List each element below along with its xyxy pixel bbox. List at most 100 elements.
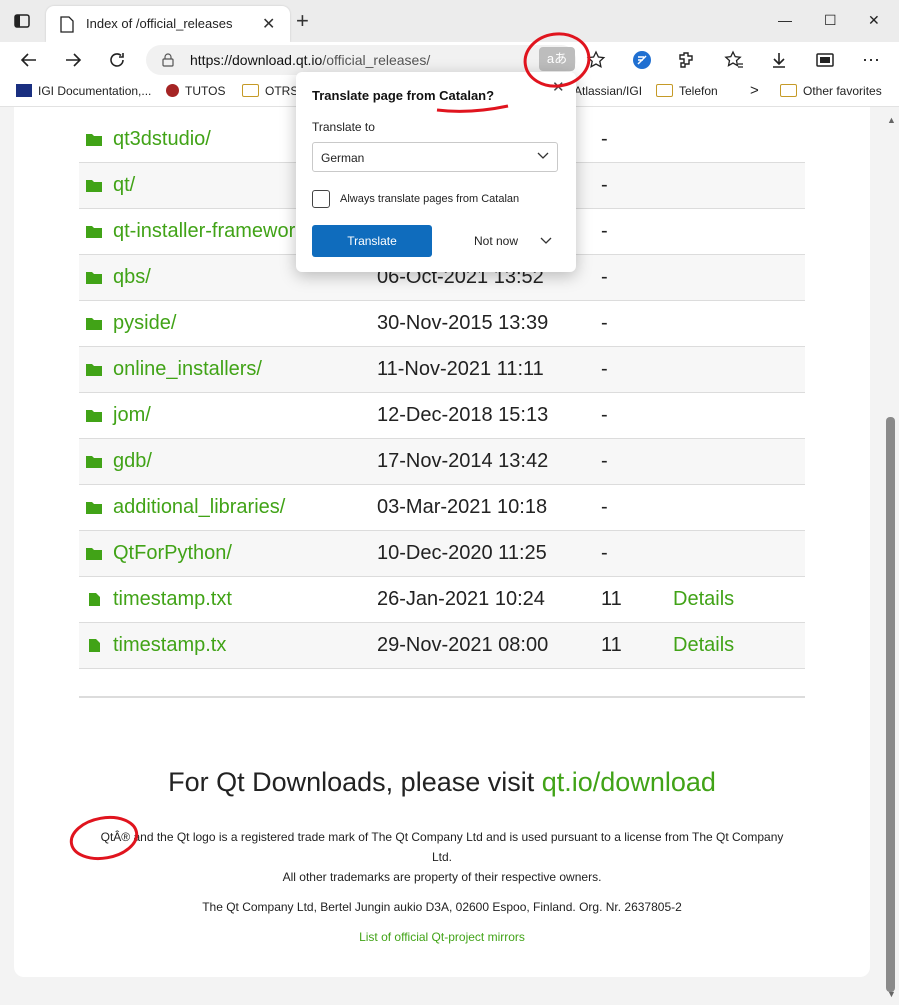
file-size: - — [601, 450, 608, 472]
file-name-link[interactable]: additional_libraries/ — [113, 496, 285, 519]
folder-icon — [780, 84, 797, 97]
details-link[interactable]: Details — [673, 634, 734, 657]
folder-icon — [86, 456, 102, 468]
modified-date: 29-Nov-2021 08:00 — [377, 634, 549, 656]
modified-date: 30-Nov-2015 13:39 — [377, 312, 549, 334]
scrollbar-thumb[interactable] — [886, 417, 895, 992]
igi-site-icon — [16, 84, 32, 97]
file-icon — [89, 639, 100, 652]
address-url[interactable]: https://download.qt.io/official_releases… — [190, 52, 430, 68]
popup-close-icon[interactable]: ✕ — [552, 78, 565, 96]
not-now-button[interactable]: Not now — [474, 234, 518, 248]
forward-icon[interactable] — [63, 50, 83, 70]
file-name-link[interactable]: online_installers/ — [113, 358, 262, 381]
folder-icon — [242, 84, 259, 97]
file-size: - — [601, 174, 608, 196]
favorite-otrs[interactable]: OTRS — [242, 84, 298, 98]
file-name-link[interactable]: jom/ — [113, 404, 151, 427]
file-name-link[interactable]: pyside/ — [113, 312, 176, 335]
scroll-down-icon[interactable]: ▼ — [887, 989, 896, 999]
table-row: QtForPython/10-Dec-2020 11:25 - — [79, 531, 805, 577]
tab-active[interactable]: Index of /official_releases ✕ — [46, 6, 290, 42]
more-menu-icon[interactable]: ⋯ — [862, 50, 880, 71]
close-tab-icon[interactable]: ✕ — [262, 14, 275, 34]
always-translate-label: Always translate pages from Catalan — [340, 193, 520, 205]
folder-icon — [86, 364, 102, 376]
file-size: - — [601, 496, 608, 518]
table-row: online_installers/11-Nov-2021 11:11 - — [79, 347, 805, 393]
folder-icon — [86, 548, 102, 560]
translate-to-label: Translate to — [312, 120, 375, 134]
file-size: - — [601, 220, 608, 242]
tab-actions-icon[interactable] — [14, 13, 30, 29]
tab-title: Index of /official_releases — [86, 16, 233, 31]
mirrors-link[interactable]: List of official Qt-project mirrors — [14, 927, 870, 947]
target-language-value: German — [321, 151, 365, 165]
folder-icon — [86, 226, 102, 238]
not-now-chevron-icon[interactable] — [540, 234, 552, 246]
add-favorite-icon[interactable] — [586, 50, 606, 70]
file-name-link[interactable]: qbs/ — [113, 266, 151, 289]
footer-divider — [79, 696, 805, 698]
maximize-icon[interactable]: ☐ — [824, 12, 837, 29]
favorite-other-favorites[interactable]: Other favorites — [780, 84, 882, 98]
trademark-line-2: Ltd. — [431, 850, 452, 864]
details-link[interactable]: Details — [673, 588, 734, 611]
window-close-icon[interactable]: ✕ — [868, 12, 880, 29]
file-size: - — [601, 404, 608, 426]
qt-download-link[interactable]: qt.io/download — [542, 767, 716, 797]
minimize-icon[interactable]: — — [778, 12, 792, 28]
file-icon — [89, 593, 100, 606]
extension-pen-icon[interactable] — [632, 50, 652, 70]
file-size: 11 — [601, 634, 622, 656]
new-tab-icon[interactable]: + — [296, 10, 309, 32]
favorite-tutos[interactable]: TUTOS — [166, 84, 225, 98]
scroll-up-icon[interactable]: ▲ — [887, 115, 896, 125]
back-icon[interactable] — [19, 50, 39, 70]
translate-icon[interactable]: aあ — [539, 47, 575, 71]
chevron-down-icon — [537, 152, 549, 159]
folder-icon — [86, 410, 102, 422]
tutos-site-icon — [166, 84, 179, 97]
favorite-telefon[interactable]: Telefon — [656, 84, 718, 98]
file-size: - — [601, 128, 608, 150]
trademark-line-3: All other trademarks are property of the… — [282, 870, 602, 884]
file-name-link[interactable]: timestamp.tx — [113, 634, 226, 657]
collections-icon[interactable] — [815, 50, 835, 70]
favorite-atlassian-igi[interactable]: Atlassian/IGI — [574, 84, 642, 98]
extensions-icon[interactable] — [676, 50, 696, 70]
file-size: - — [601, 358, 608, 380]
lock-icon[interactable] — [162, 53, 174, 67]
always-translate-checkbox[interactable] — [312, 190, 330, 208]
file-name-link[interactable]: QtForPython/ — [113, 542, 232, 565]
company-address: The Qt Company Ltd, Bertel Jungin aukio … — [202, 900, 682, 914]
modified-date: 17-Nov-2014 13:42 — [377, 450, 549, 472]
table-row: jom/12-Dec-2018 15:13 - — [79, 393, 805, 439]
translate-button[interactable]: Translate — [312, 225, 432, 257]
more-favorites-chevron[interactable]: > — [750, 82, 759, 99]
file-name-link[interactable]: qt-installer-framework/ — [113, 220, 311, 243]
address-bar[interactable]: https://download.qt.io/official_releases… — [146, 45, 576, 75]
downloads-icon[interactable] — [769, 50, 789, 70]
trademark-line-1: QtÂ® and the Qt logo is a registered tra… — [100, 830, 784, 844]
file-name-link[interactable]: qt3dstudio/ — [113, 128, 211, 151]
file-name-link[interactable]: timestamp.txt — [113, 588, 232, 611]
modified-date: 26-Jan-2021 10:24 — [377, 588, 545, 610]
file-name-link[interactable]: qt/ — [113, 174, 135, 197]
refresh-icon[interactable] — [107, 50, 127, 70]
table-row: pyside/30-Nov-2015 13:39 - — [79, 301, 805, 347]
favorites-icon[interactable] — [724, 50, 744, 70]
file-name-link[interactable]: gdb/ — [113, 450, 152, 473]
target-language-select[interactable]: German — [312, 142, 558, 172]
tab-strip: Index of /official_releases ✕ + — ☐ ✕ — [0, 0, 899, 42]
page-icon — [60, 16, 74, 33]
scrollbar[interactable]: ▲ ▼ — [882, 107, 899, 1005]
modified-date: 12-Dec-2018 15:13 — [377, 404, 549, 426]
favorite-igi-documentation[interactable]: IGI Documentation,... — [16, 84, 151, 98]
table-row: gdb/17-Nov-2014 13:42 - — [79, 439, 805, 485]
translate-popup: Translate page from Catalan? ✕ Translate… — [296, 72, 576, 272]
folder-icon — [86, 134, 102, 146]
modified-date: 11-Nov-2021 11:11 — [377, 358, 544, 380]
folder-icon — [656, 84, 673, 97]
table-row: timestamp.txt 26-Jan-2021 10:24 11 Details — [79, 577, 805, 623]
